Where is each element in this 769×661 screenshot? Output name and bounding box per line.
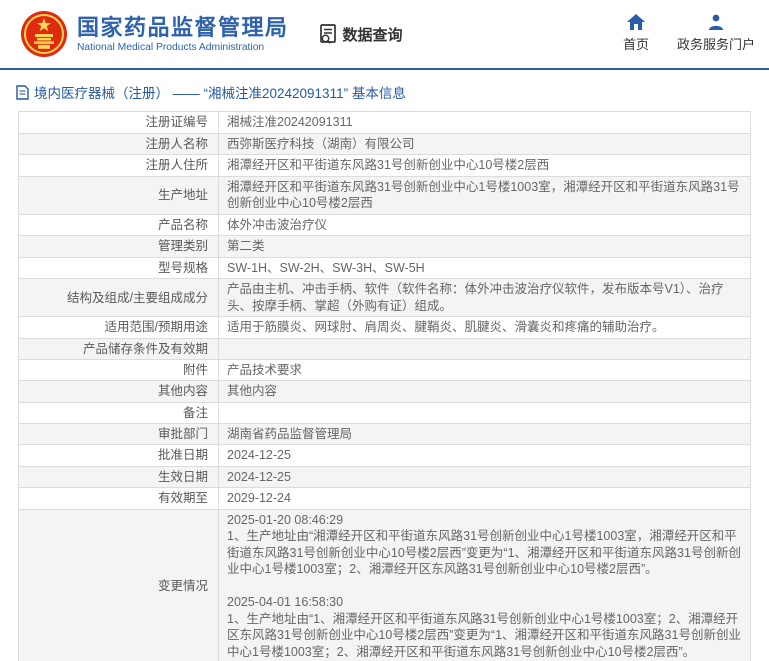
row-value: 产品技术要求 [227, 362, 303, 377]
row-value: 体外冲击波治疗仪 [227, 217, 328, 232]
table-row: 审批部门 湖南省药品监督管理局 [19, 423, 750, 445]
row-value: 湘械注准20242091311 [227, 115, 353, 129]
row-value: 湘潭经开区和平街道东风路31号创新创业中心10号楼2层西 [227, 158, 550, 172]
row-value: 2024-12-25 [227, 448, 291, 462]
table-row: 其他内容 其他内容 [19, 381, 750, 403]
row-label: 生产地址 [19, 176, 219, 214]
nav-home-label: 首页 [622, 37, 649, 52]
nav-gov-portal-label: 政务服务门户 [676, 37, 755, 52]
table-row-change-history: 变更情况 2025-01-20 08:46:29 1、生产地址由“湘潭经开区和平… [19, 509, 750, 661]
page-icon [16, 84, 29, 100]
breadcrumb-text: 境内医疗器械（注册） —— “湘械注准20242091311” 基本信息 [34, 86, 406, 101]
row-value: 湖南省药品监督管理局 [227, 426, 353, 441]
row-label: 注册人住所 [19, 155, 219, 176]
table-row: 产品储存条件及有效期 [19, 338, 750, 360]
nav-gov-portal[interactable]: 政务服务门户 [677, 12, 755, 53]
row-value: 2024-12-25 [227, 469, 291, 484]
registration-info-table: 注册证编号 湘械注准20242091311 注册人名称 西弥斯医疗科技（湖南）有… [18, 111, 751, 661]
table-row: 生效日期 2024-12-25 [19, 466, 750, 488]
user-icon [708, 12, 724, 30]
row-label: 附件 [19, 359, 219, 380]
row-label: 批准日期 [19, 445, 219, 466]
row-label: 产品名称 [19, 214, 219, 235]
row-label: 其他内容 [19, 381, 219, 402]
data-query-section[interactable]: 数据查询 [317, 23, 403, 45]
home-icon [626, 12, 645, 30]
row-value: 适用于筋膜炎、网球肘、肩周炎、腱鞘炎、肌腱炎、滑囊炎和疼痛的辅助治疗。 [227, 320, 665, 334]
table-row: 注册证编号 湘械注准20242091311 [19, 112, 750, 134]
row-label: 注册人名称 [19, 133, 219, 154]
org-subtitle: National Medical Products Administration [77, 41, 265, 53]
table-row: 管理类别 第二类 [19, 236, 750, 258]
row-value: 湘潭经开区和平街道东风路31号创新创业中心1号楼1003室，湘潭经开区和平街道东… [227, 179, 740, 211]
table-row: 生产地址 湘潭经开区和平街道东风路31号创新创业中心1号楼1003室，湘潭经开区… [19, 176, 750, 215]
row-value: 产品由主机、冲击手柄、软件（软件名称：体外冲击波治疗仪软件，发布版本号V1）、治… [227, 282, 724, 313]
row-value: 其他内容 [227, 384, 278, 398]
table-row: 注册人名称 西弥斯医疗科技（湖南）有限公司 [19, 133, 750, 155]
table-row: 适用范围/预期用途 适用于筋膜炎、网球肘、肩周炎、腱鞘炎、肌腱炎、滑囊炎和疼痛的… [19, 317, 750, 339]
data-query-label: 数据查询 [342, 26, 403, 44]
table-row: 附件 产品技术要求 [19, 359, 750, 381]
table-row: 结构及组成/主要组成成分 产品由主机、冲击手柄、软件（软件名称：体外冲击波治疗仪… [19, 279, 750, 317]
nmpa-logo: 国家药品监督管理局 National Medical Products Admi… [20, 10, 289, 58]
row-label: 生效日期 [19, 466, 219, 487]
row-value: SW-1H、SW-2H、SW-3H、SW-5H [227, 260, 425, 275]
row-label: 产品储存条件及有效期 [19, 338, 219, 359]
site-header: 国家药品监督管理局 National Medical Products Admi… [0, 0, 769, 70]
table-row: 型号规格 SW-1H、SW-2H、SW-3H、SW-5H [19, 257, 750, 279]
row-label: 备注 [19, 402, 219, 423]
org-title: 国家药品监督管理局 [77, 14, 289, 40]
header-nav: 首页 政务服务门户 [623, 12, 755, 53]
national-emblem-icon [21, 11, 67, 57]
row-value: 2029-12-24 [227, 491, 291, 505]
nav-home[interactable]: 首页 [623, 12, 649, 53]
row-label: 管理类别 [19, 236, 219, 257]
row-value: 西弥斯医疗科技（湖南）有限公司 [227, 136, 415, 151]
document-search-icon [319, 24, 336, 44]
row-label: 适用范围/预期用途 [19, 317, 219, 338]
table-row: 产品名称 体外冲击波治疗仪 [19, 214, 750, 236]
change-history-text: 2025-01-20 08:46:29 1、生产地址由“湘潭经开区和平街道东风路… [227, 512, 741, 659]
table-row: 备注 [19, 402, 750, 424]
row-label: 结构及组成/主要组成成分 [19, 279, 219, 316]
table-row: 有效期至 2029-12-24 [19, 488, 750, 510]
row-label: 审批部门 [19, 423, 219, 444]
row-label: 有效期至 [19, 488, 219, 509]
row-label: 变更情况 [19, 509, 219, 661]
row-label: 型号规格 [19, 257, 219, 278]
row-label: 注册证编号 [19, 112, 219, 133]
table-row: 批准日期 2024-12-25 [19, 445, 750, 467]
table-row: 注册人住所 湘潭经开区和平街道东风路31号创新创业中心10号楼2层西 [19, 155, 750, 177]
breadcrumb: 境内医疗器械（注册） —— “湘械注准20242091311” 基本信息 [16, 82, 769, 102]
row-value: 第二类 [227, 239, 265, 253]
